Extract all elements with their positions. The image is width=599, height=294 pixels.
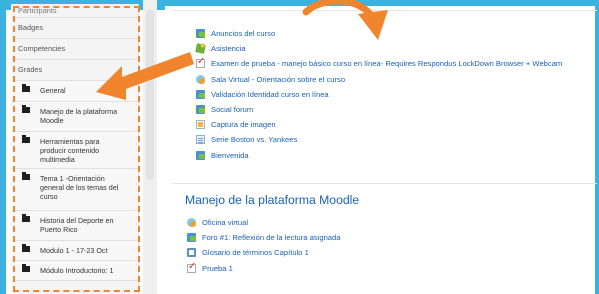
sidebar-item-label: Participants bbox=[18, 6, 57, 15]
glossary-icon bbox=[187, 248, 196, 258]
folder-icon bbox=[22, 264, 30, 272]
folder-icon bbox=[22, 214, 30, 222]
sidebar-section-label: Modulo 1 - 17-23 Oct bbox=[40, 246, 108, 255]
sidebar-item-participants[interactable]: Participants bbox=[11, 4, 138, 18]
activity-link[interactable]: Captura de imagen bbox=[211, 120, 276, 129]
general-activity-list: Anuncios del curso Asistencia Examen de … bbox=[195, 26, 562, 163]
activity-item[interactable]: Oficina virtual bbox=[187, 215, 340, 230]
activity-link[interactable]: Asistencia bbox=[211, 44, 246, 53]
frame-left-border bbox=[0, 0, 6, 294]
divider bbox=[172, 10, 597, 11]
frame-right-border bbox=[595, 0, 599, 294]
activity-link[interactable]: Prueba 1 bbox=[202, 264, 233, 273]
activity-link[interactable]: Social forum bbox=[211, 105, 253, 114]
folder-icon bbox=[22, 244, 30, 252]
sidebar-section-manejo[interactable]: Manejo de la plataforma Moodle bbox=[11, 102, 138, 132]
quiz-icon bbox=[187, 261, 196, 273]
activity-link[interactable]: Oficina virtual bbox=[202, 218, 248, 227]
activity-item[interactable]: Glosario de términos Capítulo 1 bbox=[187, 245, 340, 260]
activity-link[interactable]: Examen de prueba - manejo básico curso e… bbox=[211, 59, 562, 68]
quiz-icon bbox=[196, 56, 205, 69]
sidebar-section-herramientas[interactable]: Herramientas para producir contenido mul… bbox=[11, 132, 138, 169]
sidebar-section-label: Herramientas para producir contenido mul… bbox=[40, 137, 100, 165]
activity-item[interactable]: Bienvenida bbox=[196, 148, 562, 163]
folder-icon bbox=[22, 135, 30, 143]
folder-icon bbox=[22, 84, 30, 92]
folder-icon bbox=[22, 105, 30, 113]
sidebar-section-historia[interactable]: Historia del Deporte en Puerto Rico bbox=[11, 211, 138, 241]
assignment-icon bbox=[196, 120, 205, 130]
activity-link[interactable]: Glosario de términos Capítulo 1 bbox=[202, 248, 309, 257]
sidebar-item-label: Grades bbox=[18, 65, 43, 74]
activity-item[interactable]: Foro #1: Reflexión de la lectura asignad… bbox=[187, 230, 340, 245]
activity-item[interactable]: Examen de prueba - manejo básico curso e… bbox=[196, 56, 562, 71]
sidebar-item-grades[interactable]: Grades bbox=[11, 60, 138, 81]
forum-icon bbox=[196, 29, 205, 39]
sidebar-section-tema1[interactable]: Tema 1 -Orientación general de los temas… bbox=[11, 169, 138, 211]
sidebar-section-modulo-introductorio[interactable]: Módulo Introductorio: 1 bbox=[11, 261, 138, 281]
sidebar-item-label: Badges bbox=[18, 23, 44, 32]
course-navigation-sidebar: Participants Badges Competencies Grades … bbox=[11, 4, 139, 294]
scrollbar-thumb[interactable] bbox=[146, 10, 154, 180]
activity-item[interactable]: Validación Identidad curso en línea bbox=[196, 87, 562, 102]
activity-link[interactable]: Anuncios del curso bbox=[211, 29, 275, 38]
sidebar-item-badges[interactable]: Badges bbox=[11, 18, 138, 39]
sidebar-section-label: General bbox=[40, 86, 66, 95]
attendance-icon bbox=[195, 43, 206, 55]
sidebar-section-modulo1[interactable]: Modulo 1 - 17-23 Oct bbox=[11, 241, 138, 261]
section-divider bbox=[172, 183, 597, 184]
sidebar-item-label: Competencies bbox=[18, 44, 66, 53]
sidebar-section-general[interactable]: General bbox=[11, 81, 138, 102]
activity-link[interactable]: Validación Identidad curso en línea bbox=[211, 90, 329, 99]
sidebar-item-competencies[interactable]: Competencies bbox=[11, 39, 138, 60]
sidebar-section-label: Módulo Introductorio: 1 bbox=[40, 266, 114, 275]
activity-item[interactable]: Captura de imagen bbox=[196, 117, 562, 132]
activity-item[interactable]: Social forum bbox=[196, 102, 562, 117]
chat-icon bbox=[196, 74, 205, 84]
page-icon bbox=[196, 135, 205, 145]
section-title[interactable]: Manejo de la plataforma Moodle bbox=[185, 193, 359, 207]
forum-icon bbox=[196, 150, 205, 160]
activity-link[interactable]: Bienvenida bbox=[211, 151, 249, 160]
sidebar-section-label: Tema 1 -Orientación general de los temas… bbox=[40, 174, 119, 202]
activity-item[interactable]: Asistencia bbox=[195, 41, 562, 56]
forum-icon bbox=[196, 89, 205, 99]
forum-icon bbox=[196, 105, 205, 115]
section2-activity-list: Oficina virtual Foro #1: Reflexión de la… bbox=[187, 215, 340, 276]
activity-item[interactable]: Anuncios del curso bbox=[196, 26, 562, 41]
activity-item[interactable]: Serie Boston vs. Yankees bbox=[196, 132, 562, 147]
activity-item[interactable]: Prueba 1 bbox=[187, 261, 340, 276]
activity-item[interactable]: Sala Virtual - Orientación sobre el curs… bbox=[196, 72, 562, 87]
activity-link[interactable]: Sala Virtual - Orientación sobre el curs… bbox=[211, 75, 345, 84]
forum-icon bbox=[187, 233, 196, 243]
activity-link[interactable]: Foro #1: Reflexión de la lectura asignad… bbox=[202, 233, 340, 242]
activity-link[interactable]: Serie Boston vs. Yankees bbox=[211, 135, 297, 144]
sidebar-section-label: Historia del Deporte en Puerto Rico bbox=[40, 216, 114, 235]
sidebar-section-label: Manejo de la plataforma Moodle bbox=[40, 107, 118, 126]
folder-icon bbox=[22, 172, 30, 180]
chat-icon bbox=[187, 218, 196, 228]
